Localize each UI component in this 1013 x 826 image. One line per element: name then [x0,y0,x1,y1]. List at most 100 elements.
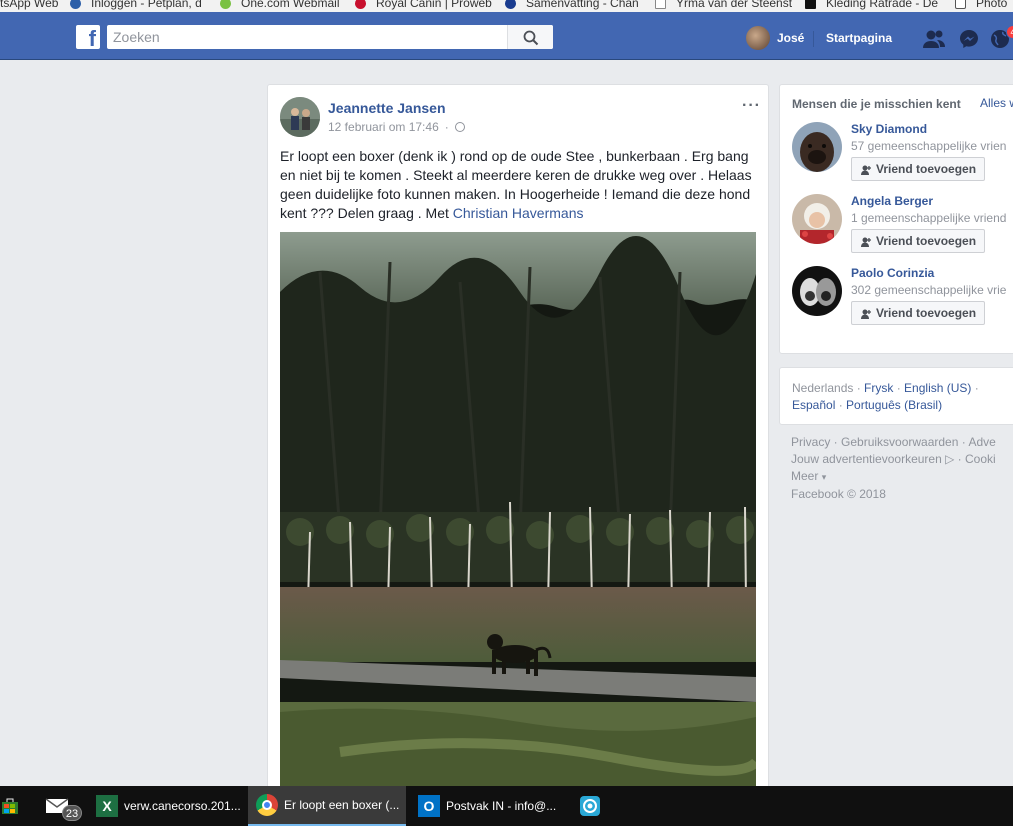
friend-requests-icon[interactable] [922,29,946,49]
messenger-icon[interactable] [959,29,979,49]
chrome-icon [256,794,278,816]
header-divider [813,31,814,47]
footer-link-cookies[interactable]: Cooki [965,452,996,466]
mutual-friends[interactable]: 302 gemeenschappelijke vrie [851,283,1006,297]
mutual-friends[interactable]: 1 gemeenschappelijke vriend [851,211,1006,225]
chrome-taskbar-item[interactable]: Er loopt een boxer (... [248,786,406,826]
footer-more-label: Meer [791,469,819,483]
woman-avatar [792,194,842,244]
suggested-person: Sky Diamond 57 gemeenschappelijke vrien … [792,122,1013,182]
footer-more-link[interactable]: Meer ▾ [791,469,826,483]
person-name[interactable]: Sky Diamond [851,122,927,136]
language-option[interactable]: Frysk [864,381,893,395]
person-name[interactable]: Paolo Corinzia [851,266,934,280]
pymk-title: Mensen die je misschien kent [792,97,961,111]
add-friend-icon [861,237,871,247]
profile-link[interactable]: José [746,26,805,50]
person-name[interactable]: Angela Berger [851,194,933,208]
footer-link-terms[interactable]: Gebruiksvoorwaarden [841,435,958,449]
search-icon [523,30,539,46]
separator: · [835,398,847,412]
bookmark-kleding[interactable]: Kleding Ratrade - De [805,0,938,10]
add-friend-label: Vriend toevoegen [876,234,977,248]
dot-separator: · [444,120,449,134]
home-link[interactable]: Startpagina [826,31,892,45]
adchoices-icon: ▷ [945,452,955,466]
search-box [107,25,553,49]
excel-icon: X [96,795,118,817]
copyright: Facebook © 2018 [791,487,886,501]
bookmark-whatsapp[interactable]: tsApp Web [0,0,58,10]
royal-canin-icon [355,0,366,10]
search-input[interactable] [107,25,507,49]
people-you-may-know: Mensen die je misschien kent Alles w Sky… [779,84,1013,354]
bookmark-onecom[interactable]: One.com Webmail [220,0,339,10]
dog-avatar [792,122,842,172]
separator: · [853,381,865,395]
excel-taskbar-item[interactable]: X verw.canecorso.201... [92,786,242,826]
taskbar-label: Postvak IN - info@... [446,799,557,813]
taskbar-label: verw.canecorso.201... [124,799,241,813]
language-option[interactable]: Português (Brasil) [846,398,942,412]
footer-link-ad-choices[interactable]: Jouw advertentievoorkeuren [791,452,942,466]
suggested-person: Paolo Corinzia 302 gemeenschappelijke vr… [792,266,1013,326]
bookmarks-bar: tsApp Web Inloggen - Petplan, d One.com … [0,0,1013,12]
add-friend-button[interactable]: Vriend toevoegen [851,301,986,325]
add-friend-button[interactable]: Vriend toevoegen [851,157,986,181]
mail-unread-badge: 23 [62,805,82,821]
post-body: Er loopt een boxer (denk ik ) rond op de… [280,147,758,223]
page-footer: Privacy · Gebruiksvoorwaarden · Adve Jou… [791,435,996,501]
store-icon [2,798,18,814]
petplan-icon [70,0,81,10]
bookmark-royal-canin[interactable]: Royal Canin | Proweb [355,0,492,10]
suggested-person: Angela Berger 1 gemeenschappelijke vrien… [792,194,1013,254]
add-friend-icon [861,165,871,175]
bookmark-samenvatting[interactable]: Samenvatting - Chan [505,0,639,10]
avatar[interactable] [792,122,842,172]
post-author-avatar[interactable] [280,97,320,137]
search-button[interactable] [507,25,553,49]
dog-on-road-photo [280,232,756,792]
language-option[interactable]: Español [792,398,835,412]
see-all-link[interactable]: Alles w [980,96,1013,110]
feed-post: Jeannette Jansen 12 februari om 17:46 · ·… [267,84,769,804]
tagged-person-link[interactable]: Christian Havermans [453,205,584,221]
outlook-icon: O [418,795,440,817]
notifications-badge: 4 [1006,25,1013,39]
avatar[interactable] [792,194,842,244]
onecom-icon [220,0,231,10]
current-language: Nederlands [792,381,854,395]
caret-down-icon: ▾ [821,472,827,482]
add-friend-button[interactable]: Vriend toevoegen [851,229,986,253]
facebook-header: f José Startpagina 4 [0,12,1013,60]
bookmark-photo[interactable]: Photo [955,0,1007,10]
samenvatting-icon [505,0,516,10]
language-option[interactable]: English (US) [904,381,971,395]
facebook-logo-icon[interactable]: f [76,25,100,49]
user-name: José [777,31,805,45]
footer-link-ads[interactable]: Adve [968,435,995,449]
bookmark-yrma[interactable]: Yrma van der Steenst [655,0,792,10]
language-selector: Nederlands · Frysk · English (US) · Espa… [779,367,1013,425]
avatar[interactable] [792,266,842,316]
store-button[interactable] [0,786,24,826]
windows-taskbar: 23 X verw.canecorso.201... Er loopt een … [0,786,1013,826]
outlook-taskbar-item[interactable]: O Postvak IN - info@... [412,786,562,826]
ellipsis-icon[interactable]: ··· [742,97,761,115]
camera-taskbar-item[interactable] [578,786,608,826]
bookmark-petplan[interactable]: Inloggen - Petplan, d [70,0,202,10]
timestamp-text: 12 februari om 17:46 [328,120,439,134]
camera-icon [580,796,600,816]
mutual-friends[interactable]: 57 gemeenschappelijke vrien [851,139,1006,153]
add-friend-icon [861,309,871,319]
page-icon [655,0,666,10]
post-timestamp[interactable]: 12 februari om 17:46 · [328,120,465,134]
taskbar-label: Er loopt een boxer (... [284,798,400,812]
footer-link-privacy[interactable]: Privacy [791,435,830,449]
public-globe-icon [454,122,465,132]
separator: · [971,381,979,395]
photo-icon [955,0,966,10]
post-photo[interactable] [280,232,756,792]
avatar [746,26,770,50]
post-author-name[interactable]: Jeannette Jansen [328,100,446,116]
